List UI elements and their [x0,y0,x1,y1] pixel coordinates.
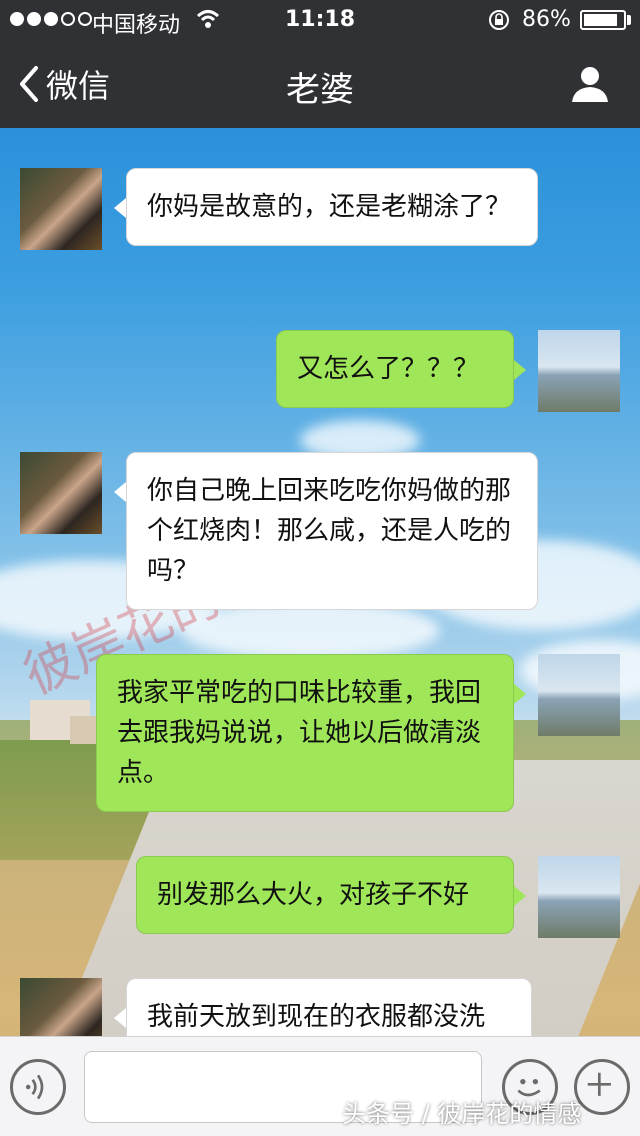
chat-title: 老婆 [286,70,354,110]
message-bubble-incoming[interactable]: 你妈是故意的，还是老糊涂了？ [126,168,538,246]
message-bubble-outgoing[interactable]: 我家平常吃的口味比较重，我回去跟我妈说说，让她以后做清淡点。 [96,654,514,812]
contact-avatar[interactable] [20,978,102,1036]
nav-bar: 微信 老婆 [0,40,640,128]
message-bubble-outgoing[interactable]: 又怎么了？？？ [276,330,514,408]
message-bubble-outgoing[interactable]: 别发那么大火，对孩子不好 [136,856,514,934]
rotation-lock-icon [489,10,509,30]
my-avatar[interactable] [538,330,620,412]
voice-icon[interactable] [10,1059,66,1115]
my-avatar[interactable] [538,654,620,736]
status-bar: 中国移动 11:18 86% [0,0,640,40]
battery-percent: 86% [522,7,571,32]
battery-icon [580,10,626,30]
message-list[interactable]: 你妈是故意的，还是老糊涂了？ 又怎么了？？？ 你自己晚上回来吃吃你妈做的那个红烧… [0,128,640,1036]
credit-text: 头条号 / 彼岸花的情感 [342,1100,582,1128]
message-bubble-incoming[interactable]: 我前天放到现在的衣服都没洗 [126,978,532,1036]
my-avatar[interactable] [538,856,620,938]
person-icon[interactable] [570,64,610,104]
plus-icon[interactable] [574,1059,630,1115]
message-bubble-incoming[interactable]: 你自己晚上回来吃吃你妈做的那个红烧肉！那么咸，还是人吃的吗？ [126,452,538,610]
contact-avatar[interactable] [20,452,102,534]
contact-avatar[interactable] [20,168,102,250]
